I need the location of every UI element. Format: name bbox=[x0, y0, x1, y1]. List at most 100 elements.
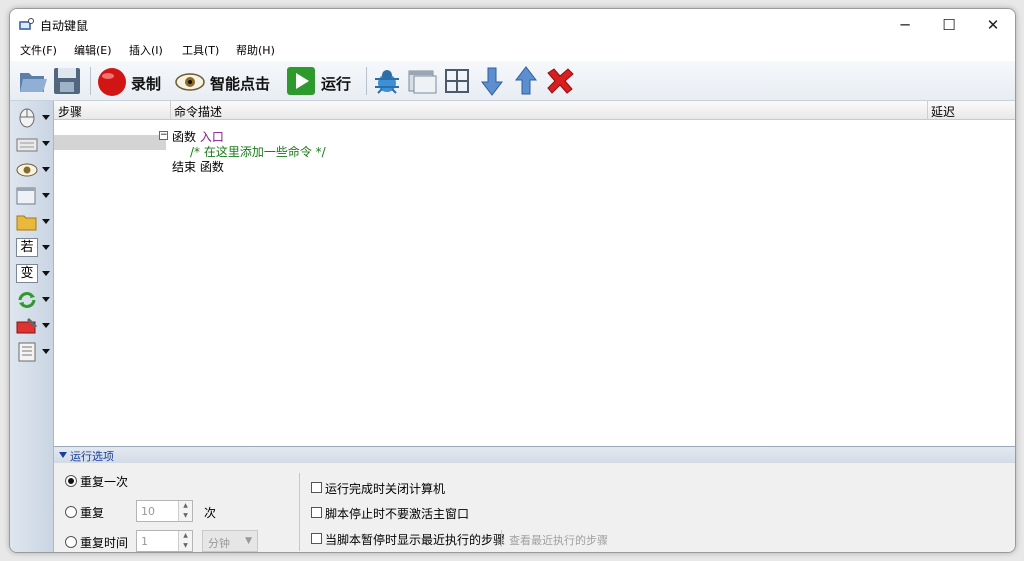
repeat-count-value: 10 bbox=[141, 505, 155, 518]
variable-command-button[interactable]: 变 bbox=[14, 263, 50, 285]
function-name: 入口 bbox=[199, 130, 224, 144]
selected-step-cell[interactable] bbox=[54, 135, 166, 150]
window-icon bbox=[16, 187, 36, 205]
command-grid[interactable]: 步骤 命令描述 延迟 − 函数 入口 /* 在这里添加一些命令 */ 结束 函数 bbox=[54, 101, 1015, 446]
eye-icon bbox=[16, 163, 38, 177]
chevron-down-icon bbox=[42, 115, 50, 120]
floppy-disk-icon[interactable] bbox=[52, 65, 82, 97]
maximize-button[interactable]: ☐ bbox=[927, 9, 971, 41]
delete-icon[interactable] bbox=[544, 65, 576, 97]
chevron-down-icon bbox=[42, 245, 50, 250]
mouse-command-button[interactable] bbox=[14, 107, 50, 129]
smart-click-label[interactable]: 智能点击 bbox=[210, 73, 270, 94]
keyboard-icon bbox=[16, 138, 38, 152]
repeat-time-radio[interactable] bbox=[65, 536, 77, 548]
variable-icon: 变 bbox=[16, 264, 38, 283]
times-unit-label: 次 bbox=[204, 506, 217, 520]
menu-help[interactable]: 帮助(H) bbox=[236, 42, 275, 58]
condition-icon: 若 bbox=[16, 238, 38, 257]
grid-header: 步骤 命令描述 延迟 bbox=[54, 101, 1015, 120]
toolbar-separator bbox=[366, 67, 367, 95]
repeat-count-stepper[interactable]: 10 ▲ ▼ bbox=[136, 500, 193, 522]
crosshair-icon[interactable] bbox=[442, 65, 472, 97]
chevron-down-icon: ▼ bbox=[245, 536, 252, 546]
menu-insert[interactable]: 插入(I) bbox=[129, 42, 163, 58]
chevron-down-icon bbox=[42, 323, 50, 328]
column-command[interactable]: 命令描述 bbox=[174, 103, 222, 120]
options-divider bbox=[299, 473, 300, 551]
folder-open-icon[interactable] bbox=[18, 65, 48, 97]
mouse-keyboard-app-icon bbox=[19, 18, 34, 30]
chevron-down-icon bbox=[42, 193, 50, 198]
misc-command-button[interactable] bbox=[14, 341, 50, 363]
repeat-once-radio[interactable] bbox=[65, 475, 77, 487]
run-options-panel: 运行选项 重复一次 重复 10 ▲ ▼ 次 重复时间 1 ▲ ▼ 分钟 ▼ 运行完成… bbox=[54, 446, 1015, 552]
loop-icon bbox=[18, 292, 36, 308]
toolbar-separator bbox=[90, 67, 91, 95]
move-down-icon[interactable] bbox=[480, 65, 504, 97]
chevron-down-icon bbox=[42, 167, 50, 172]
run-options-header[interactable]: 运行选项 bbox=[54, 447, 1015, 463]
time-unit-select[interactable]: 分钟 ▼ bbox=[202, 530, 258, 552]
stepper-arrows-icon[interactable]: ▲ ▼ bbox=[178, 531, 192, 551]
spy-bug-icon[interactable] bbox=[372, 65, 402, 97]
window-icon[interactable] bbox=[406, 65, 438, 97]
repeat-time-stepper[interactable]: 1 ▲ ▼ bbox=[136, 530, 193, 552]
show-recent-label[interactable]: 当脚本暂停时显示最近执行的步骤 bbox=[325, 531, 505, 548]
minimize-button[interactable]: ─ bbox=[883, 9, 927, 41]
mouse-icon bbox=[19, 108, 35, 128]
window-title: 自动键鼠 bbox=[40, 19, 89, 33]
main-window: 自动键鼠 ─ ☐ ✕ 文件(F) 编辑(E) 插入(I) 工具(T) 帮助(H)… bbox=[9, 8, 1016, 553]
window-command-button[interactable] bbox=[14, 185, 50, 207]
repeat-once-label[interactable]: 重复一次 bbox=[80, 473, 128, 490]
shutdown-label[interactable]: 运行完成时关闭计算机 bbox=[325, 480, 445, 497]
left-command-bar: 若 变 bbox=[10, 101, 54, 552]
repeat-radio[interactable] bbox=[65, 506, 77, 518]
chevron-down-icon bbox=[42, 349, 50, 354]
column-delay[interactable]: 延迟 bbox=[931, 103, 955, 120]
view-recent-link[interactable]: 查看最近执行的步骤 bbox=[509, 532, 608, 548]
column-divider[interactable] bbox=[170, 101, 171, 120]
title-bar: 自动键鼠 ─ ☐ ✕ bbox=[10, 9, 1015, 41]
code-line-end-function[interactable]: 结束 函数 bbox=[172, 158, 224, 175]
show-recent-checkbox[interactable] bbox=[311, 533, 322, 544]
shutdown-checkbox[interactable] bbox=[311, 482, 322, 493]
stepper-arrows-icon[interactable]: ▲ ▼ bbox=[178, 501, 192, 521]
column-divider[interactable] bbox=[927, 101, 928, 120]
toolbox-icon bbox=[16, 317, 38, 334]
condition-command-button[interactable]: 若 bbox=[14, 237, 50, 259]
loop-command-button[interactable] bbox=[14, 289, 50, 311]
menu-bar: 文件(F) 编辑(E) 插入(I) 工具(T) 帮助(H) bbox=[10, 39, 1015, 59]
chevron-down-icon bbox=[42, 141, 50, 146]
collapse-toggle[interactable]: − bbox=[159, 131, 168, 140]
repeat-time-label[interactable]: 重复时间 bbox=[80, 534, 128, 551]
toolbar: 录制 智能点击 运行 bbox=[10, 61, 1015, 101]
run-options-title: 运行选项 bbox=[70, 450, 114, 463]
menu-edit[interactable]: 编辑(E) bbox=[74, 42, 112, 58]
menu-tools[interactable]: 工具(T) bbox=[182, 42, 219, 58]
list-icon bbox=[18, 342, 36, 362]
run-button-label[interactable]: 运行 bbox=[321, 73, 351, 94]
no-activate-label[interactable]: 脚本停止时不要激活主窗口 bbox=[325, 505, 469, 522]
keyboard-command-button[interactable] bbox=[14, 133, 50, 155]
folder-icon bbox=[16, 215, 37, 231]
link-divider bbox=[501, 530, 502, 547]
time-unit-value: 分钟 bbox=[208, 537, 230, 550]
record-button-label[interactable]: 录制 bbox=[131, 73, 161, 94]
repeat-label[interactable]: 重复 bbox=[80, 504, 104, 521]
collapse-triangle-icon[interactable] bbox=[59, 452, 67, 458]
file-command-button[interactable] bbox=[14, 211, 50, 233]
play-icon[interactable] bbox=[286, 65, 316, 97]
tools-command-button[interactable] bbox=[14, 315, 50, 337]
no-activate-checkbox[interactable] bbox=[311, 507, 322, 518]
menu-file[interactable]: 文件(F) bbox=[20, 42, 57, 58]
chevron-down-icon bbox=[42, 219, 50, 224]
image-command-button[interactable] bbox=[14, 159, 50, 181]
record-icon[interactable] bbox=[96, 65, 128, 97]
column-step[interactable]: 步骤 bbox=[58, 103, 82, 120]
move-up-icon[interactable] bbox=[514, 65, 538, 97]
repeat-time-value: 1 bbox=[141, 535, 148, 548]
eye-icon[interactable] bbox=[174, 65, 206, 97]
chevron-down-icon bbox=[42, 297, 50, 302]
close-button[interactable]: ✕ bbox=[971, 9, 1015, 41]
